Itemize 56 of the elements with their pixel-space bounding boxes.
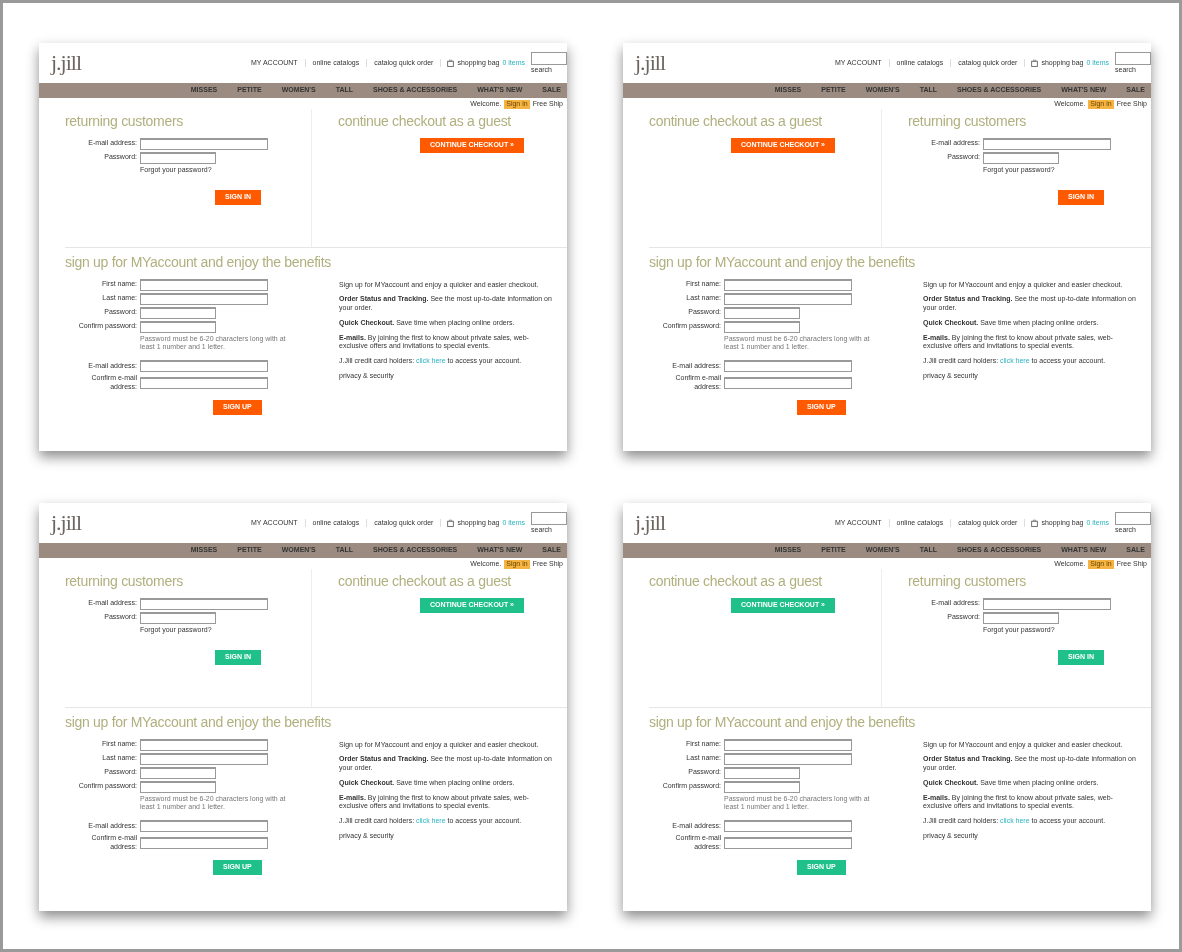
- section-heading: continue checkout as a guest: [338, 112, 512, 130]
- input-field[interactable]: [724, 360, 852, 373]
- section-heading: sign up for MYaccount and enjoy the benefits: [649, 713, 916, 731]
- input-field[interactable]: [140, 766, 216, 779]
- search-field[interactable]: [1115, 51, 1151, 65]
- section-heading: returning customers: [65, 112, 185, 130]
- input-field[interactable]: [140, 780, 216, 793]
- input-field[interactable]: [140, 820, 268, 833]
- logo: j.jill: [51, 509, 82, 537]
- input-field[interactable]: [140, 597, 268, 610]
- logo: j.jill: [635, 49, 666, 77]
- input-field[interactable]: [983, 151, 1059, 164]
- section-heading: continue checkout as a guest: [338, 572, 512, 590]
- section-heading: returning customers: [65, 572, 185, 590]
- input-field[interactable]: [140, 292, 268, 305]
- input-field[interactable]: [983, 597, 1111, 610]
- logo: j.jill: [51, 49, 82, 77]
- section-heading: sign up for MYaccount and enjoy the benefits: [65, 713, 332, 731]
- input-field[interactable]: [724, 738, 852, 751]
- input-field[interactable]: [140, 611, 216, 624]
- input-field[interactable]: [724, 820, 852, 833]
- input-field[interactable]: [140, 278, 268, 291]
- input-field[interactable]: [140, 836, 268, 849]
- input-field[interactable]: [983, 611, 1059, 624]
- section-heading: continue checkout as a guest: [649, 112, 823, 130]
- input-field[interactable]: [724, 292, 852, 305]
- input-field[interactable]: [140, 738, 268, 751]
- search-field[interactable]: [1115, 511, 1151, 525]
- logo: j.jill: [635, 509, 666, 537]
- input-field[interactable]: [983, 137, 1111, 150]
- input-field[interactable]: [724, 780, 800, 793]
- bag-icon: [1031, 519, 1039, 527]
- bag-icon: [447, 59, 455, 67]
- section-heading: returning customers: [908, 572, 1028, 590]
- input-field[interactable]: [724, 836, 852, 849]
- input-field[interactable]: [724, 278, 852, 291]
- input-field[interactable]: [140, 137, 268, 150]
- bag-icon: [447, 519, 455, 527]
- input-field[interactable]: [140, 151, 216, 164]
- input-field[interactable]: [140, 320, 216, 333]
- input-field[interactable]: [140, 376, 268, 389]
- section-heading: continue checkout as a guest: [649, 572, 823, 590]
- input-field[interactable]: [724, 320, 800, 333]
- input-field[interactable]: [140, 306, 216, 319]
- section-heading: returning customers: [908, 112, 1028, 130]
- section-heading: sign up for MYaccount and enjoy the benefits: [65, 253, 332, 271]
- bag-icon: [1031, 59, 1039, 67]
- input-field[interactable]: [724, 766, 800, 779]
- section-heading: sign up for MYaccount and enjoy the benefits: [649, 253, 916, 271]
- input-field[interactable]: [140, 752, 268, 765]
- search-field[interactable]: [531, 511, 567, 525]
- input-field[interactable]: [724, 752, 852, 765]
- input-field[interactable]: [724, 306, 800, 319]
- input-field[interactable]: [140, 360, 268, 373]
- input-field[interactable]: [724, 376, 852, 389]
- search-field[interactable]: [531, 51, 567, 65]
